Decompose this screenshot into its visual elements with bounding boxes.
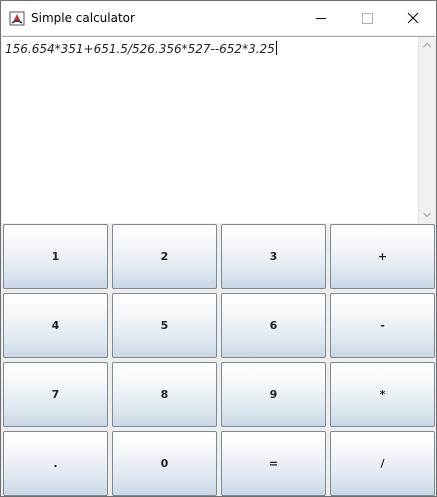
- scroll-down-icon[interactable]: [419, 207, 435, 223]
- key-7[interactable]: 7: [3, 362, 108, 427]
- key-2[interactable]: 2: [112, 224, 217, 289]
- key-9[interactable]: 9: [221, 362, 326, 427]
- key-4[interactable]: 4: [3, 293, 108, 358]
- key-minus[interactable]: -: [330, 293, 435, 358]
- keypad: 1 2 3 + 4 5 6 - 7 8 9 * . 0 = /: [2, 224, 436, 496]
- expression-text[interactable]: 156.654*351+651.5/526.356*527--652*3.25: [5, 41, 277, 56]
- maximize-button[interactable]: [344, 1, 390, 35]
- expression-value: 156.654*351+651.5/526.356*527--652*3.25: [5, 42, 275, 56]
- key-plus[interactable]: +: [330, 224, 435, 289]
- key-8[interactable]: 8: [112, 362, 217, 427]
- close-button[interactable]: [390, 1, 436, 35]
- key-equals[interactable]: =: [221, 431, 326, 496]
- key-0[interactable]: 0: [112, 431, 217, 496]
- key-decimal[interactable]: .: [3, 431, 108, 496]
- expression-display[interactable]: 156.654*351+651.5/526.356*527--652*3.25: [2, 36, 435, 223]
- maximize-icon: [362, 13, 373, 24]
- title-bar[interactable]: Simple calculator: [1, 1, 436, 35]
- window-title: Simple calculator: [31, 11, 135, 25]
- scroll-up-icon[interactable]: [419, 37, 435, 53]
- java-app-icon: [9, 10, 25, 26]
- key-3[interactable]: 3: [221, 224, 326, 289]
- key-1[interactable]: 1: [3, 224, 108, 289]
- key-6[interactable]: 6: [221, 293, 326, 358]
- vertical-scrollbar[interactable]: [418, 37, 435, 223]
- text-caret: [275, 41, 277, 55]
- key-5[interactable]: 5: [112, 293, 217, 358]
- key-divide[interactable]: /: [330, 431, 435, 496]
- key-multiply[interactable]: *: [330, 362, 435, 427]
- minimize-icon: [316, 18, 326, 19]
- close-icon: [407, 12, 419, 24]
- minimize-button[interactable]: [298, 1, 344, 35]
- calculator-window: Simple calculator 156.654*351+651.5/526.…: [0, 0, 437, 497]
